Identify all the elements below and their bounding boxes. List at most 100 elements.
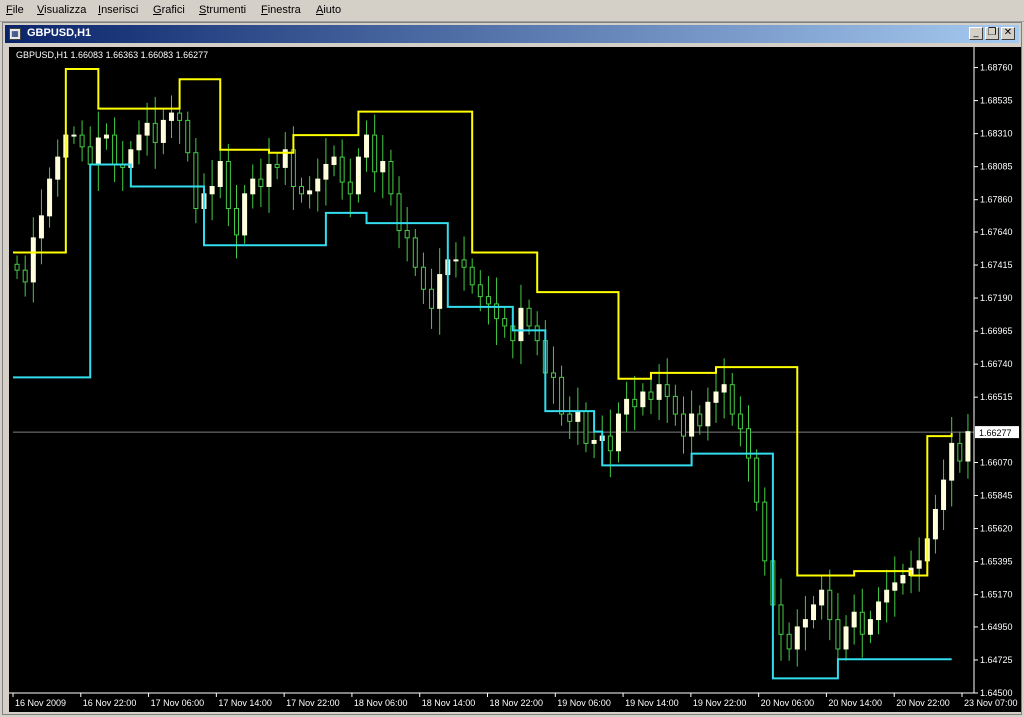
candle-down	[290, 149, 296, 187]
candle-down	[729, 384, 735, 415]
candle-up	[242, 193, 248, 236]
candle-up	[355, 156, 361, 195]
candle-up	[266, 163, 272, 187]
candle-down	[680, 413, 686, 437]
x-tick-label: 19 Nov 06:00	[557, 698, 611, 708]
candle-up	[315, 178, 321, 192]
candle-down	[664, 384, 670, 397]
y-tick-label: 1.66740	[980, 359, 1013, 369]
menu-file[interactable]: File	[6, 4, 24, 16]
restore-button[interactable]: ❐	[985, 27, 999, 40]
chart-window-icon: ▦	[9, 28, 21, 40]
candle-up	[884, 589, 890, 603]
candle-up	[656, 384, 662, 400]
x-tick-label: 16 Nov 22:00	[83, 698, 137, 708]
candle-up	[136, 134, 142, 151]
candle-up	[217, 161, 223, 187]
y-tick-label: 1.65845	[980, 491, 1013, 501]
candle-up	[624, 398, 630, 415]
candle-down	[347, 181, 353, 195]
x-tick-label: 17 Nov 22:00	[286, 698, 340, 708]
x-tick-label: 18 Nov 06:00	[354, 698, 408, 708]
y-tick-label: 1.64950	[980, 622, 1013, 632]
candle-up	[55, 156, 61, 180]
candle-up	[916, 560, 922, 569]
menu-strumenti[interactable]: Strumenti	[199, 4, 246, 16]
candle-up	[843, 626, 849, 650]
candle-down	[607, 435, 613, 452]
candle-up	[851, 611, 857, 628]
upper-channel-line	[13, 68, 953, 577]
candle-up	[965, 431, 971, 462]
candle-down	[372, 134, 378, 173]
candle-up	[453, 259, 459, 262]
chart-symbol: GBPUSD,H1	[16, 50, 69, 60]
candle-down	[632, 398, 638, 408]
candle-down	[672, 395, 678, 415]
current-price-label: 1.66277	[979, 428, 1012, 438]
x-tick-label: 18 Nov 14:00	[422, 698, 476, 708]
candle-down	[152, 122, 158, 143]
y-tick-label: 1.65620	[980, 524, 1013, 534]
candle-up	[615, 413, 621, 452]
candle-down	[388, 161, 394, 195]
candle-down	[534, 325, 540, 342]
candle-down	[648, 391, 654, 400]
minimize-button[interactable]: _	[969, 27, 983, 40]
candle-down	[778, 604, 784, 635]
menu-aiuto[interactable]: Aiuto	[316, 4, 341, 16]
x-tick-label: 18 Nov 22:00	[490, 698, 544, 708]
chart-info-label: GBPUSD,H1 1.66083 1.66363 1.66083 1.6627…	[16, 50, 208, 60]
candle-up	[811, 604, 817, 621]
candle-down	[461, 259, 467, 268]
candle-up	[640, 391, 646, 408]
candle-down	[526, 307, 532, 327]
candle-down	[177, 112, 183, 121]
menu-visualizza[interactable]: Visualizza	[37, 4, 86, 16]
candle-up	[794, 626, 800, 650]
x-tick-label: 20 Nov 14:00	[828, 698, 882, 708]
candle-down	[827, 589, 833, 621]
menu-inserisci[interactable]: Inserisci	[98, 4, 138, 16]
candle-up	[95, 137, 101, 165]
y-tick-label: 1.66515	[980, 392, 1013, 402]
candle-down	[79, 134, 85, 148]
candle-up	[168, 112, 174, 121]
candle-down	[274, 163, 280, 168]
candle-down	[22, 269, 28, 283]
candle-down	[957, 442, 963, 462]
candle-down	[258, 178, 264, 187]
candle-down	[469, 266, 475, 286]
candle-down	[737, 413, 743, 430]
x-tick-label: 16 Nov 2009	[15, 698, 66, 708]
window-titlebar[interactable]: ▦ GBPUSD,H1 _ ❐ ✕	[5, 25, 1019, 43]
candle-up	[437, 274, 443, 309]
candle-up	[103, 134, 109, 139]
y-tick-label: 1.65395	[980, 557, 1013, 567]
y-tick-label: 1.66070	[980, 457, 1013, 467]
menu-grafici[interactable]: Grafici	[153, 4, 185, 16]
candle-down	[559, 376, 565, 415]
x-tick-label: 23 Nov 07:00	[964, 698, 1018, 708]
candle-down	[786, 633, 792, 650]
candle-down	[697, 413, 703, 427]
y-tick-label: 1.64725	[980, 655, 1013, 665]
price-chart[interactable]: 1.68760 1.68535 1.68310 1.68085 1.67860 1.676…	[9, 47, 1021, 712]
candle-up	[30, 237, 36, 283]
candle-up	[47, 178, 53, 217]
candle-down	[225, 161, 231, 209]
candle-up	[892, 582, 898, 591]
candle-down	[477, 284, 483, 298]
candle-up	[38, 215, 44, 239]
close-button[interactable]: ✕	[1001, 27, 1015, 40]
menu-bar: File Visualizza Inserisci Grafici Strume…	[0, 0, 1024, 22]
candle-up	[941, 479, 947, 510]
chart-canvas[interactable]: 1.68760 1.68535 1.68310 1.68085 1.67860 1.676…	[9, 47, 1021, 712]
candle-down	[14, 263, 20, 271]
candle-down	[233, 208, 239, 236]
candle-down	[412, 237, 418, 268]
y-tick-label: 1.68310	[980, 129, 1013, 139]
candle-down	[550, 372, 556, 378]
candle-down	[112, 134, 118, 165]
menu-finestra[interactable]: Finestra	[261, 4, 301, 16]
